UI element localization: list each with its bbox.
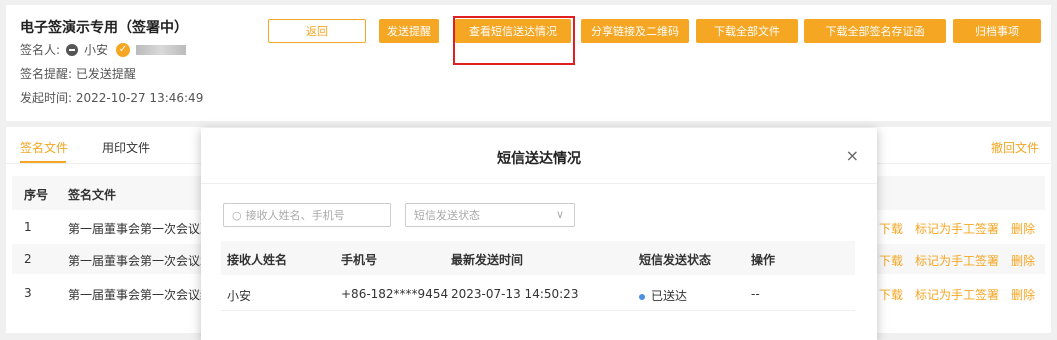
reminder-row: 签名提醒: 已发送提醒: [20, 65, 136, 82]
column-header-index: 序号: [24, 188, 49, 202]
dialog-divider: [201, 183, 877, 184]
download-certs-button[interactable]: 下载全部签名存证函: [804, 19, 946, 43]
start-time-row: 发起时间: 2022-10-27 13:46:49: [20, 89, 203, 106]
search-placeholder: 接收人姓名、手机号: [245, 209, 345, 222]
send-reminder-button[interactable]: 发送提醒: [379, 19, 439, 43]
annotation-highlight-box: [453, 16, 575, 65]
row-index: 3: [24, 286, 32, 300]
delete-link[interactable]: 删除: [1011, 220, 1035, 237]
sms-status-select[interactable]: 短信发送状态 ∨: [405, 203, 575, 227]
check-circle-icon: ✓: [116, 42, 131, 57]
signer-label: 签名人:: [20, 43, 61, 57]
redacted-signer: [136, 44, 187, 55]
reminder-value: 已发送提醒: [75, 67, 136, 81]
row-actions: 下载 标记为手工签署 删除: [879, 220, 1035, 237]
mark-manual-sign-link[interactable]: 标记为手工签署: [915, 252, 999, 269]
reminder-label: 签名提醒:: [20, 67, 73, 81]
revoke-file-link[interactable]: 撤回文件: [991, 139, 1039, 156]
dialog-title: 短信送达情况: [497, 151, 581, 167]
column-header-sent-time: 最新发送时间: [451, 253, 524, 267]
chevron-down-icon: ∨: [555, 208, 564, 221]
sms-table-header: 接收人姓名 手机号 最新发送时间 短信发送状态 操作: [221, 241, 855, 275]
sms-status-text: 已送达: [651, 289, 688, 303]
status-select-placeholder: 短信发送状态: [414, 209, 480, 222]
row-file-name[interactable]: 第一届董事会第一次会议决: [68, 220, 212, 237]
mark-manual-sign-link[interactable]: 标记为手工签署: [915, 220, 999, 237]
signer-row: 签名人: 小安 ✓: [20, 41, 187, 58]
start-time-value: 2022-10-27 13:46:49: [75, 91, 204, 105]
sent-time: 2023-07-13 14:50:23: [451, 287, 579, 301]
signer-name: 小安: [84, 43, 109, 57]
table-row: 小安 +86-182****9454 2023-07-13 14:50:23 已…: [221, 277, 855, 311]
mark-manual-sign-link[interactable]: 标记为手工签署: [915, 286, 999, 303]
page-title: 电子签演示专用（签署中）: [20, 20, 188, 36]
download-link[interactable]: 下载: [879, 220, 903, 237]
row-actions: 下载 标记为手工签署 删除: [879, 286, 1035, 303]
row-action: --: [751, 287, 760, 301]
column-header-sms-status: 短信发送状态: [639, 253, 712, 267]
row-index: 1: [24, 220, 32, 234]
row-file-name[interactable]: 第一届董事会第一次会议承: [68, 252, 212, 269]
tab-signing-files[interactable]: 签名文件: [20, 139, 68, 156]
status-dot-icon: [639, 293, 645, 300]
recipient-phone: +86-182****9454: [341, 287, 449, 301]
close-icon[interactable]: ×: [846, 146, 859, 165]
sms-status-dialog: 短信送达情况 × ○ 接收人姓名、手机号 短信发送状态 ∨ 接收人姓名 手机号 …: [201, 128, 877, 340]
column-header-file: 签名文件: [68, 188, 117, 202]
download-all-button[interactable]: 下载全部文件: [696, 19, 798, 43]
delete-link[interactable]: 删除: [1011, 252, 1035, 269]
task-info-panel: 电子签演示专用（签署中） 签名人: 小安 ✓ 签名提醒: 已发送提醒 发起时间:…: [6, 5, 1051, 121]
column-header-phone: 手机号: [341, 253, 378, 267]
share-link-button[interactable]: 分享链接及二维码: [581, 19, 689, 43]
sms-status: 已送达: [639, 287, 687, 304]
start-time-label: 发起时间:: [20, 91, 73, 105]
column-header-action: 操作: [751, 253, 776, 267]
search-icon: ○: [232, 208, 242, 222]
archive-button[interactable]: 归档事项: [953, 19, 1041, 43]
pending-status-icon: [66, 43, 79, 56]
row-index: 2: [24, 252, 32, 266]
download-link[interactable]: 下载: [879, 286, 903, 303]
row-file-name[interactable]: 第一届董事会第一次会议纪: [68, 286, 212, 303]
tab-seal-files[interactable]: 用印文件: [102, 139, 150, 156]
row-actions: 下载 标记为手工签署 删除: [879, 252, 1035, 269]
download-link[interactable]: 下载: [879, 252, 903, 269]
recipient-search-input[interactable]: ○ 接收人姓名、手机号: [223, 203, 391, 227]
recipient-name: 小安: [227, 289, 252, 303]
back-button[interactable]: 返回: [268, 19, 366, 43]
delete-link[interactable]: 删除: [1011, 286, 1035, 303]
column-header-recipient: 接收人姓名: [227, 253, 288, 267]
